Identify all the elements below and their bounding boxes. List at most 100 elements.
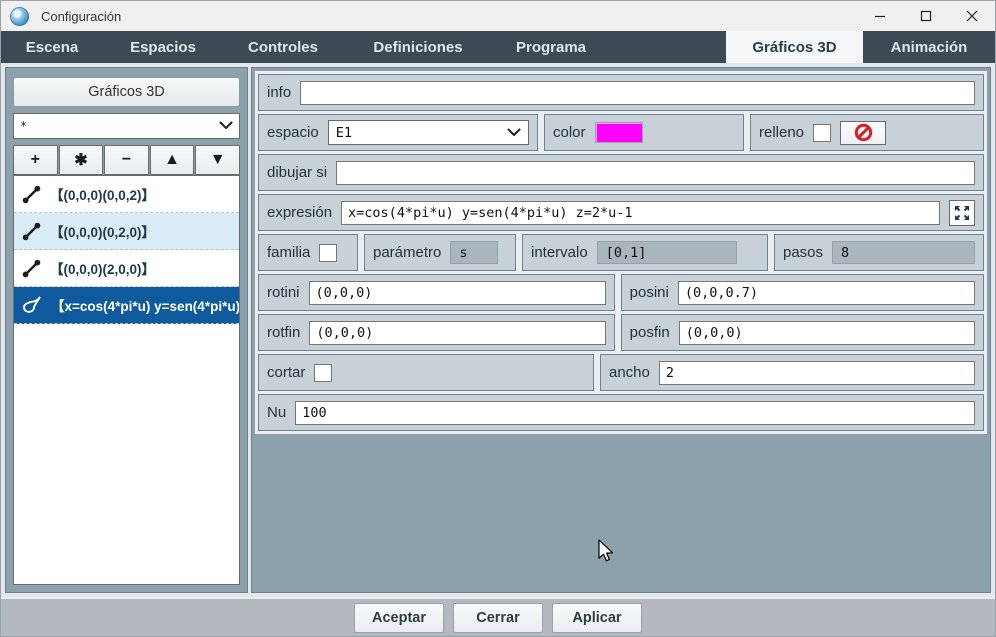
ancho-input[interactable] (658, 360, 975, 385)
espacio-value: E1 (335, 124, 352, 141)
rotini-row: rotini (258, 274, 615, 311)
maximize-icon (920, 10, 932, 22)
pasos-row: pasos 8 (774, 234, 984, 271)
color-label: color (553, 124, 586, 141)
apply-button[interactable]: Aplicar (552, 602, 642, 633)
accept-button[interactable]: Aceptar (354, 602, 444, 633)
segment-icon (22, 222, 41, 240)
main-area: Gráficos 3D * + ✱ − ▲ ▼ 【(0,0,0)(0,0,2)】… (1, 63, 995, 597)
graphic-properties-panel: info espacio E1 color relleno dibujar si… (251, 67, 991, 593)
app-logo-icon (10, 6, 29, 26)
segment-icon (22, 185, 41, 203)
info-input[interactable] (300, 80, 975, 105)
expresion-row: expresión (258, 194, 984, 231)
posfin-row: posfin (620, 314, 985, 351)
chevron-down-icon (219, 119, 233, 133)
tab-graficos-3d[interactable]: Gráficos 3D (726, 31, 863, 63)
nu-label: Nu (267, 404, 287, 421)
familia-checkbox[interactable] (319, 243, 338, 262)
expand-arrows-icon (955, 205, 969, 220)
info-row: info (258, 74, 984, 111)
list-item[interactable]: 【(0,0,0)(0,2,0)】 (14, 213, 239, 250)
rotfin-input[interactable] (309, 320, 606, 345)
espacio-label: espacio (267, 124, 319, 141)
cortar-row: cortar (258, 354, 594, 391)
graphics-list: 【(0,0,0)(0,0,2)】 【(0,0,0)(0,2,0)】 【(0,0,… (13, 175, 240, 585)
list-toolbar: + ✱ − ▲ ▼ (13, 145, 240, 175)
title-bar: Configuración (1, 1, 995, 31)
close-icon (966, 10, 978, 22)
list-item[interactable]: 【x=cos(4*pi*u) y=sen(4*pi*u) z=2*u-1】 (14, 287, 239, 324)
color-swatch[interactable] (594, 122, 643, 143)
list-item[interactable]: 【(0,0,0)(2,0,0)】 (14, 250, 239, 287)
familia-row: familia (258, 234, 358, 271)
posfin-input[interactable] (678, 320, 976, 345)
intervalo-row: intervalo [0,1] (522, 234, 768, 271)
rotini-label: rotini (267, 284, 300, 301)
intervalo-label: intervalo (531, 244, 588, 261)
move-up-button[interactable]: ▲ (149, 145, 195, 175)
duplicate-graphic-button[interactable]: ✱ (58, 145, 104, 175)
tab-spacer (609, 31, 726, 63)
posini-row: posini (620, 274, 984, 311)
configuration-window: Configuración Escena Espacios Controles … (0, 0, 996, 637)
expresion-input[interactable] (341, 200, 940, 225)
tab-animacion[interactable]: Animación (863, 31, 995, 63)
relleno-label: relleno (759, 124, 805, 141)
maximize-button[interactable] (903, 1, 949, 31)
parametro-field: s (450, 241, 499, 264)
expresion-label: expresión (267, 204, 333, 221)
minimize-button[interactable] (857, 1, 903, 31)
familia-label: familia (267, 244, 311, 261)
move-down-button[interactable]: ▼ (195, 145, 240, 175)
minimize-icon (875, 15, 885, 18)
pasos-field: 8 (832, 241, 975, 264)
relleno-row: relleno (750, 114, 984, 151)
rotfin-row: rotfin (258, 314, 615, 351)
properties-form: info espacio E1 color relleno dibujar si… (255, 71, 987, 434)
ancho-row: ancho (600, 354, 984, 391)
color-row: color (544, 114, 744, 151)
dibujar-si-label: dibujar si (267, 164, 328, 181)
posini-input[interactable] (677, 280, 975, 305)
footer-bar: Aceptar Cerrar Aplicar (1, 597, 995, 636)
sidebar-title-button[interactable]: Gráficos 3D (13, 77, 240, 107)
rotini-input[interactable] (308, 280, 606, 305)
parametro-row: parámetro s (364, 234, 516, 271)
tab-programa[interactable]: Programa (493, 31, 609, 63)
tab-bar: Escena Espacios Controles Definiciones P… (1, 31, 995, 63)
parametro-label: parámetro (373, 244, 442, 261)
tab-escena[interactable]: Escena (1, 31, 103, 63)
dibujar-si-input[interactable] (336, 160, 975, 185)
graphics-list-panel: Gráficos 3D * + ✱ − ▲ ▼ 【(0,0,0)(0,0,2)】… (5, 67, 248, 593)
tab-definiciones[interactable]: Definiciones (343, 31, 493, 63)
tab-espacios[interactable]: Espacios (103, 31, 223, 63)
remove-graphic-button[interactable]: − (104, 145, 149, 175)
filter-value: * (20, 119, 28, 133)
tab-controles[interactable]: Controles (223, 31, 343, 63)
fill-color-button[interactable] (840, 120, 887, 145)
list-item[interactable]: 【(0,0,0)(0,0,2)】 (14, 176, 239, 213)
posini-label: posini (629, 284, 669, 301)
curve-icon (23, 296, 41, 313)
segment-icon (22, 259, 41, 277)
expand-editor-button[interactable] (949, 199, 975, 226)
close-button[interactable] (949, 1, 995, 31)
ancho-label: ancho (609, 364, 650, 381)
chevron-down-icon (507, 125, 521, 141)
info-label: info (267, 84, 292, 101)
cortar-checkbox[interactable] (314, 363, 333, 382)
window-title: Configuración (41, 8, 122, 24)
espacio-dropdown[interactable]: E1 (327, 120, 529, 145)
add-graphic-button[interactable]: + (13, 145, 58, 175)
close-dialog-button[interactable]: Cerrar (453, 602, 543, 633)
graphics-filter-dropdown[interactable]: * (13, 113, 240, 139)
nu-row: Nu (258, 394, 984, 431)
intervalo-field: [0,1] (596, 241, 737, 264)
no-fill-icon (854, 123, 872, 142)
pasos-label: pasos (783, 244, 824, 261)
espacio-row: espacio E1 (258, 114, 538, 151)
nu-input[interactable] (295, 400, 975, 425)
cortar-label: cortar (267, 364, 306, 381)
relleno-checkbox[interactable] (813, 123, 832, 142)
